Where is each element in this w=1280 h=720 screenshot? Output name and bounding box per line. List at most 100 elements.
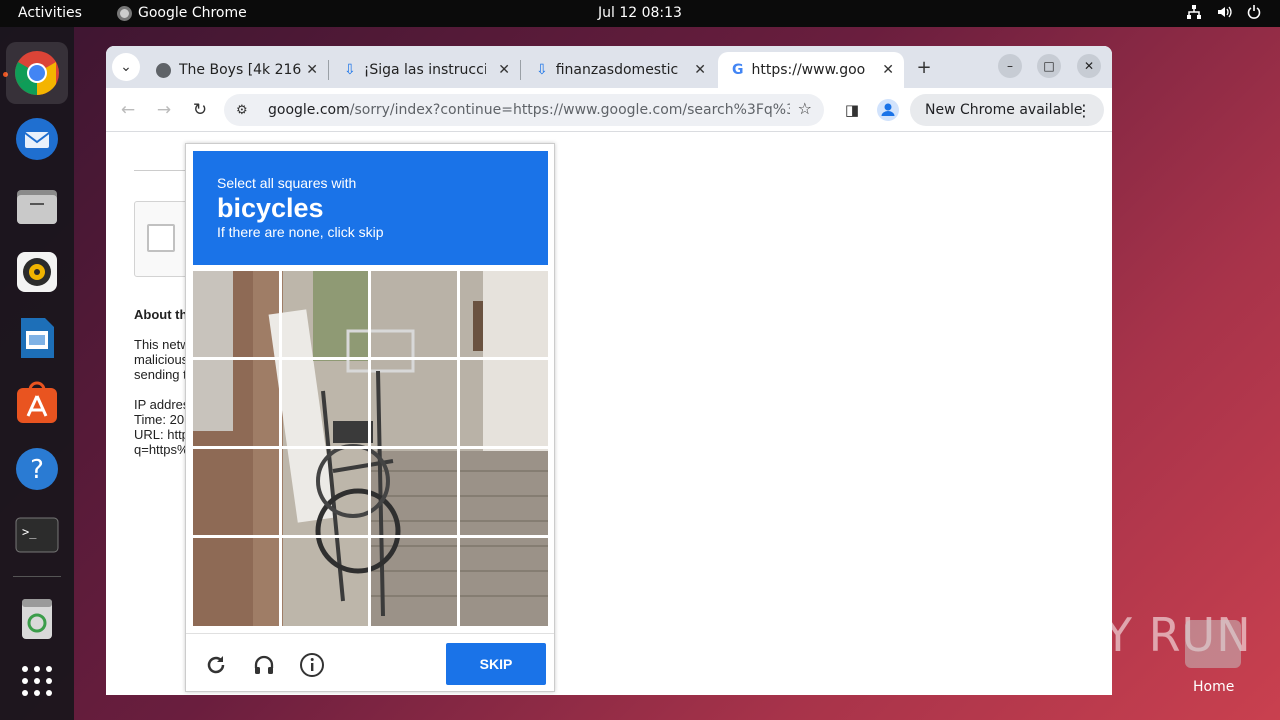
tab-divider xyxy=(520,60,521,80)
dock-terminal[interactable]: >_ xyxy=(13,511,61,559)
headphones-icon xyxy=(254,655,274,674)
captcha-tile[interactable] xyxy=(460,449,546,535)
captcha-header: Select all squares with bicycles If ther… xyxy=(193,151,548,265)
profile-button[interactable] xyxy=(874,96,902,124)
url-path: /sorry/index?continue=https://www.google… xyxy=(349,102,790,118)
tab-search-button[interactable]: ⌄ xyxy=(112,53,140,81)
dock-trash[interactable] xyxy=(13,594,61,642)
update-label: New Chrome available xyxy=(925,102,1083,118)
tab-title: finanzasdomestic xyxy=(555,62,678,78)
download-icon: ⇩ xyxy=(344,62,356,78)
forward-button[interactable]: → xyxy=(150,96,178,124)
chrome-icon xyxy=(15,51,59,95)
close-icon: ✕ xyxy=(1083,59,1095,73)
arrow-right-icon: → xyxy=(156,100,172,120)
dock-help[interactable]: ? xyxy=(13,445,61,493)
captcha-tile[interactable] xyxy=(371,449,457,535)
tab-finanzas[interactable]: ⇩ finanzasdomestic ✕ xyxy=(522,52,716,88)
dock-rhythmbox[interactable] xyxy=(13,248,61,296)
dock-show-apps[interactable] xyxy=(13,657,61,705)
info-button[interactable] xyxy=(298,651,326,679)
close-icon[interactable]: ✕ xyxy=(306,62,318,78)
close-icon[interactable]: ✕ xyxy=(694,62,706,78)
tab-title: https://www.goo xyxy=(751,62,866,78)
captcha-instruction: Select all squares with xyxy=(217,175,357,191)
update-chrome-button[interactable]: New Chrome available ⋮ xyxy=(910,94,1104,126)
captcha-tile[interactable] xyxy=(282,360,368,446)
clock[interactable]: Jul 12 08:13 xyxy=(0,5,1280,21)
dock-app-center[interactable] xyxy=(13,379,61,427)
captcha-challenge: Select all squares with bicycles If ther… xyxy=(185,143,555,692)
power-icon[interactable] xyxy=(1246,4,1262,24)
side-panel-icon: ◨ xyxy=(844,101,860,119)
svg-text:?: ? xyxy=(30,455,44,485)
captcha-tile[interactable] xyxy=(282,271,368,357)
minimize-button[interactable]: – xyxy=(998,54,1022,78)
volume-icon[interactable] xyxy=(1216,4,1232,24)
tab-divider xyxy=(328,60,329,80)
captcha-target: bicycles xyxy=(217,193,324,223)
tab-title: ¡Siga las instruccio xyxy=(363,62,486,78)
app-center-icon xyxy=(17,381,57,423)
recaptcha-checkbox[interactable] xyxy=(147,224,175,252)
tab-google-active[interactable]: G https://www.goo ✕ xyxy=(718,52,904,88)
star-icon[interactable]: ☆ xyxy=(798,99,812,118)
side-panel-button[interactable]: ◨ xyxy=(838,96,866,124)
arrow-left-icon: ← xyxy=(120,100,136,120)
maximize-button[interactable]: □ xyxy=(1037,54,1061,78)
captcha-tile[interactable] xyxy=(371,360,457,446)
tab-strip: ⌄ The Boys [4k 2160 ✕ ⇩ ¡Siga las instru… xyxy=(106,46,1112,88)
writer-icon xyxy=(21,318,54,358)
home-folder-icon[interactable] xyxy=(1185,620,1241,668)
captcha-footer: SKIP xyxy=(186,633,554,691)
captcha-tile[interactable] xyxy=(282,538,368,624)
url-text[interactable]: google.com/sorry/index?continue=https://… xyxy=(268,102,790,118)
close-icon[interactable]: ✕ xyxy=(882,62,894,78)
captcha-tile[interactable] xyxy=(193,271,279,357)
terminal-icon: >_ xyxy=(15,517,59,553)
dock-writer[interactable] xyxy=(13,314,61,362)
tab-title: The Boys [4k 2160 xyxy=(179,62,301,78)
site-info-icon[interactable]: ⚙ xyxy=(236,103,258,118)
captcha-tile[interactable] xyxy=(371,271,457,357)
minimize-icon: – xyxy=(1007,59,1013,73)
new-tab-button[interactable]: + xyxy=(910,53,938,81)
about-heading: About th xyxy=(134,307,188,322)
skip-button[interactable]: SKIP xyxy=(446,643,546,685)
dock-thunderbird[interactable] xyxy=(13,115,61,163)
reload-icon: ↻ xyxy=(192,100,208,120)
home-folder-label[interactable]: Home xyxy=(1193,679,1234,695)
system-tray[interactable] xyxy=(1186,4,1262,24)
profile-icon xyxy=(877,99,899,121)
back-button[interactable]: ← xyxy=(114,96,142,124)
dock-files[interactable] xyxy=(13,182,61,230)
kebab-menu-icon[interactable]: ⋮ xyxy=(1076,101,1092,120)
close-window-button[interactable]: ✕ xyxy=(1077,54,1101,78)
dock-separator xyxy=(13,576,61,577)
captcha-tile[interactable] xyxy=(371,538,457,624)
rhythmbox-icon xyxy=(17,252,57,292)
captcha-tile[interactable] xyxy=(193,449,279,535)
captcha-tile[interactable] xyxy=(193,360,279,446)
captcha-tile[interactable] xyxy=(193,538,279,624)
tab-the-boys[interactable]: The Boys [4k 2160 ✕ xyxy=(142,52,328,88)
reload-challenge-button[interactable] xyxy=(202,651,230,679)
network-icon[interactable] xyxy=(1186,4,1202,24)
svg-text:>_: >_ xyxy=(22,525,37,539)
close-icon[interactable]: ✕ xyxy=(498,62,510,78)
captcha-tile[interactable] xyxy=(460,271,546,357)
captcha-tile[interactable] xyxy=(282,449,368,535)
trash-icon xyxy=(22,599,52,639)
reload-button[interactable]: ↻ xyxy=(186,96,214,124)
audio-challenge-button[interactable] xyxy=(250,651,278,679)
address-bar[interactable]: ⚙ google.com/sorry/index?continue=https:… xyxy=(224,94,824,126)
toolbar: ← → ↻ ⚙ google.com/sorry/index?continue=… xyxy=(106,88,1112,132)
dock-chrome[interactable] xyxy=(6,42,68,104)
tab-siga[interactable]: ⇩ ¡Siga las instruccio ✕ xyxy=(330,52,520,88)
reload-icon xyxy=(207,656,225,674)
maximize-icon: □ xyxy=(1043,59,1055,73)
captcha-tile[interactable] xyxy=(460,538,546,624)
captcha-tile[interactable] xyxy=(460,360,546,446)
google-icon: G xyxy=(732,62,744,78)
dock: ? >_ xyxy=(0,27,74,720)
